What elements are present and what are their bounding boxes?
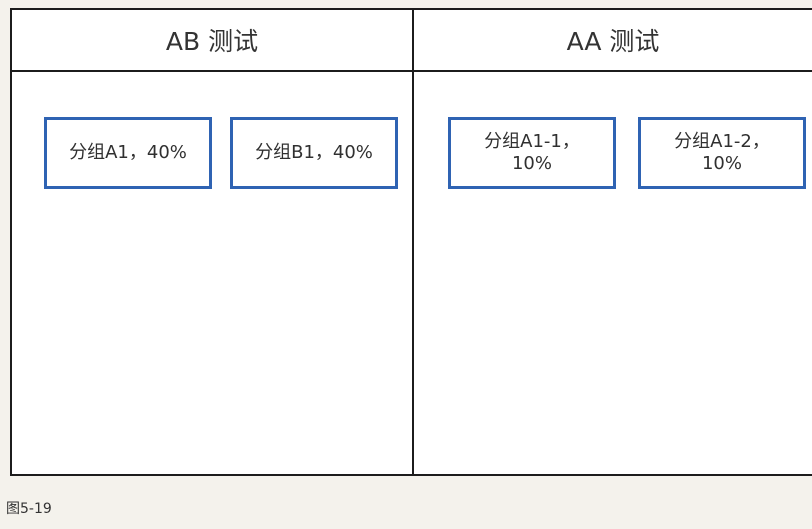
test-split-diagram: AB 测试 分组A1，40% 分组B1，40% AA 测试 分组A1-1， 10…: [10, 8, 812, 476]
aa-test-header: AA 测试: [414, 10, 812, 72]
ab-test-header: AB 测试: [12, 10, 412, 72]
group-a1-2-box: 分组A1-2， 10%: [638, 117, 806, 189]
group-b1-box: 分组B1，40%: [230, 117, 398, 189]
figure-caption: 图5-19: [6, 501, 52, 517]
group-a1-1-box: 分组A1-1， 10%: [448, 117, 616, 189]
group-a1-box: 分组A1，40%: [44, 117, 212, 189]
aa-test-column: AA 测试 分组A1-1， 10% 分组A1-2， 10%: [414, 10, 812, 474]
ab-test-column: AB 测试 分组A1，40% 分组B1，40%: [12, 10, 414, 474]
